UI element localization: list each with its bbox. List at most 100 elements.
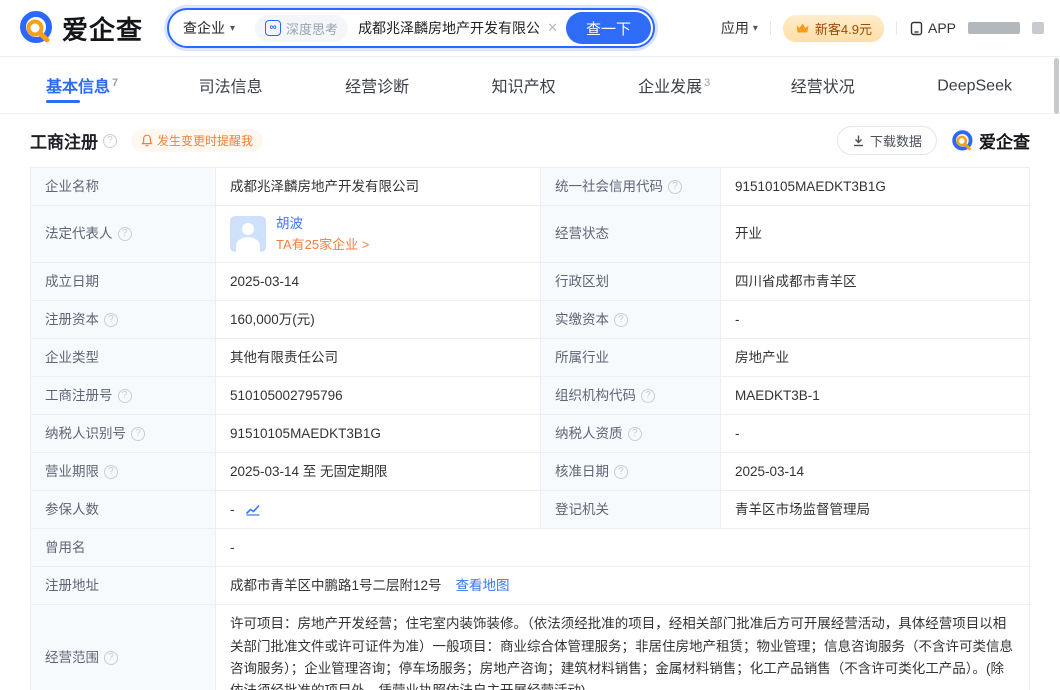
help-icon[interactable]: ? bbox=[627, 426, 642, 441]
apps-label: 应用 bbox=[720, 20, 749, 36]
field-value-taxpayer-id: 91510105MAEDKT3B1G bbox=[216, 415, 541, 454]
view-map-link[interactable]: 查看地图 bbox=[456, 576, 510, 596]
tab-operating-status[interactable]: 经营状况 bbox=[789, 57, 859, 113]
value-text: 四川省成都市青羊区 bbox=[735, 274, 857, 290]
value-text: 青羊区市场监督管理局 bbox=[735, 502, 870, 518]
aiqicha-logo[interactable]: 爱企查 bbox=[18, 9, 143, 47]
field-value-org-code: MAEDKT3B-1 bbox=[721, 377, 1031, 416]
search-button[interactable]: 查一下 bbox=[565, 12, 651, 44]
app-label: APP bbox=[927, 20, 956, 36]
tab-label: 基本信息 bbox=[46, 79, 111, 96]
tab-basic-info[interactable]: 基本信息 7 bbox=[44, 57, 120, 113]
field-label: 工商注册号? bbox=[31, 377, 216, 416]
clear-search-icon[interactable]: ✕ bbox=[547, 20, 558, 36]
value-text: 160,000万(元) bbox=[230, 312, 315, 328]
app-download[interactable]: APP bbox=[909, 20, 956, 36]
top-header: 爱企查 查企业 ▾ ∞ 深度思考 ✕ 查一下 应用 ▾ 新客4.9元 bbox=[0, 0, 1060, 57]
help-icon[interactable]: ? bbox=[117, 227, 132, 242]
label-text: 登记机关 bbox=[555, 502, 609, 518]
search-category-label: 查企业 bbox=[183, 20, 226, 36]
help-icon[interactable]: ? bbox=[641, 388, 655, 403]
tab-enterprise-development[interactable]: 企业发展 3 bbox=[636, 57, 712, 113]
tab-badge: 7 bbox=[112, 76, 119, 89]
legal-rep-companies-link[interactable]: TA有25家企业 > bbox=[276, 236, 369, 255]
search-category-dropdown[interactable]: 查企业 ▾ bbox=[183, 18, 235, 38]
tab-label: 经营诊断 bbox=[345, 79, 410, 96]
aiqicha-watermark-logo: 爱企查 bbox=[951, 128, 1030, 153]
crown-icon bbox=[796, 23, 809, 32]
search-input[interactable] bbox=[358, 20, 540, 36]
field-value-registered-capital: 160,000万(元) bbox=[216, 301, 541, 340]
label-text: 工商注册号 bbox=[45, 388, 113, 404]
value-text: - bbox=[735, 426, 740, 442]
field-value-status: 开业 bbox=[721, 206, 1031, 264]
field-value-business-term: 2025-03-14 至 无固定期限 bbox=[216, 453, 541, 492]
help-icon[interactable]: ? bbox=[668, 179, 682, 194]
registration-info-table: 企业名称 成都兆泽麟房地产开发有限公司 统一社会信用代码? 91510105MA… bbox=[30, 167, 1031, 690]
tab-deepseek[interactable]: DeepSeek bbox=[935, 59, 1016, 111]
new-user-promo[interactable]: 新客4.9元 bbox=[782, 14, 884, 42]
field-label: 实缴资本? bbox=[541, 301, 721, 340]
apps-menu[interactable]: 应用 ▾ bbox=[721, 18, 758, 38]
value-text: MAEDKT3B-1 bbox=[735, 388, 820, 404]
field-label: 所属行业 bbox=[541, 339, 721, 378]
label-text: 法定代表人 bbox=[45, 226, 113, 242]
field-label: 法定代表人? bbox=[31, 206, 216, 264]
tab-label: 企业发展 bbox=[638, 79, 703, 96]
download-icon bbox=[853, 135, 863, 147]
field-value-paid-capital: - bbox=[721, 301, 1031, 340]
deep-think-toggle[interactable]: ∞ 深度思考 bbox=[255, 14, 349, 42]
tab-judicial-info[interactable]: 司法信息 bbox=[197, 57, 267, 113]
label-text: 所属行业 bbox=[555, 350, 609, 366]
help-icon[interactable]: ? bbox=[117, 388, 132, 403]
phone-icon bbox=[910, 21, 923, 35]
field-label: 组织机构代码? bbox=[541, 377, 721, 416]
aiqicha-logo-icon bbox=[952, 129, 973, 150]
value-text: 许可项目：房地产开发经营；住宅室内装饰装修。（依法须经批准的项目，经相关部门批准… bbox=[230, 616, 1013, 690]
help-icon[interactable]: ? bbox=[103, 133, 117, 148]
label-text: 经营状态 bbox=[555, 226, 609, 242]
tab-intellectual-property[interactable]: 知识产权 bbox=[490, 57, 560, 113]
legal-rep-info: 胡波 TA有25家企业 > bbox=[276, 214, 369, 254]
field-value-credit-code: 91510105MAEDKT3B1G bbox=[721, 168, 1031, 206]
label-text: 注册地址 bbox=[45, 578, 99, 594]
value-text: 2025-03-14 bbox=[735, 464, 805, 480]
tab-label: 经营状况 bbox=[790, 79, 855, 96]
help-icon[interactable]: ? bbox=[104, 312, 118, 327]
value-text: - bbox=[230, 540, 235, 556]
label-text: 行政区划 bbox=[555, 274, 609, 290]
help-icon[interactable]: ? bbox=[131, 426, 145, 441]
value-text: - bbox=[735, 312, 740, 328]
help-icon[interactable]: ? bbox=[104, 464, 118, 479]
field-label: 经营状态 bbox=[541, 206, 721, 264]
download-data-button[interactable]: 下载数据 bbox=[836, 126, 937, 155]
tab-bar: 基本信息 7 司法信息 经营诊断 知识产权 企业发展 3 经营状况 DeepSeek bbox=[0, 57, 1060, 114]
field-value-registration-authority: 青羊区市场监督管理局 bbox=[721, 491, 1031, 530]
legal-rep-name-link[interactable]: 胡波 bbox=[276, 214, 369, 234]
help-icon[interactable]: ? bbox=[104, 650, 118, 665]
value-text: 2025-03-14 bbox=[230, 274, 300, 290]
field-label: 统一社会信用代码? bbox=[541, 168, 721, 206]
value-text: - bbox=[230, 502, 235, 518]
field-label: 营业期限? bbox=[31, 453, 216, 492]
field-value-former-name: - bbox=[216, 529, 1031, 568]
label-text: 纳税人资质 bbox=[555, 426, 623, 442]
field-value-approval-date: 2025-03-14 bbox=[721, 453, 1031, 492]
tab-business-diagnosis[interactable]: 经营诊断 bbox=[343, 57, 413, 113]
label-text: 成立日期 bbox=[45, 274, 99, 290]
help-icon[interactable]: ? bbox=[614, 312, 628, 327]
insured-trend-chart-icon[interactable] bbox=[245, 503, 261, 517]
label-text: 经营范围 bbox=[45, 650, 99, 666]
field-label: 纳税人资质? bbox=[541, 415, 721, 454]
field-label: 行政区划 bbox=[541, 263, 721, 302]
change-reminder-button[interactable]: 发生变更时提醒我 bbox=[131, 129, 264, 152]
watermark-logo-text: 爱企查 bbox=[979, 133, 1030, 152]
chevron-down-icon: ▾ bbox=[230, 22, 236, 34]
field-value-registration-number: 510105002795796 bbox=[216, 377, 541, 416]
section-header: 工商注册 ? 发生变更时提醒我 下载数据 爱企查 bbox=[0, 114, 1060, 165]
help-icon[interactable]: ? bbox=[614, 464, 628, 479]
legal-rep-avatar[interactable] bbox=[230, 216, 266, 253]
nav-divider bbox=[769, 21, 771, 35]
scrollbar-thumb[interactable] bbox=[1054, 58, 1059, 114]
label-text: 参保人数 bbox=[45, 502, 99, 518]
